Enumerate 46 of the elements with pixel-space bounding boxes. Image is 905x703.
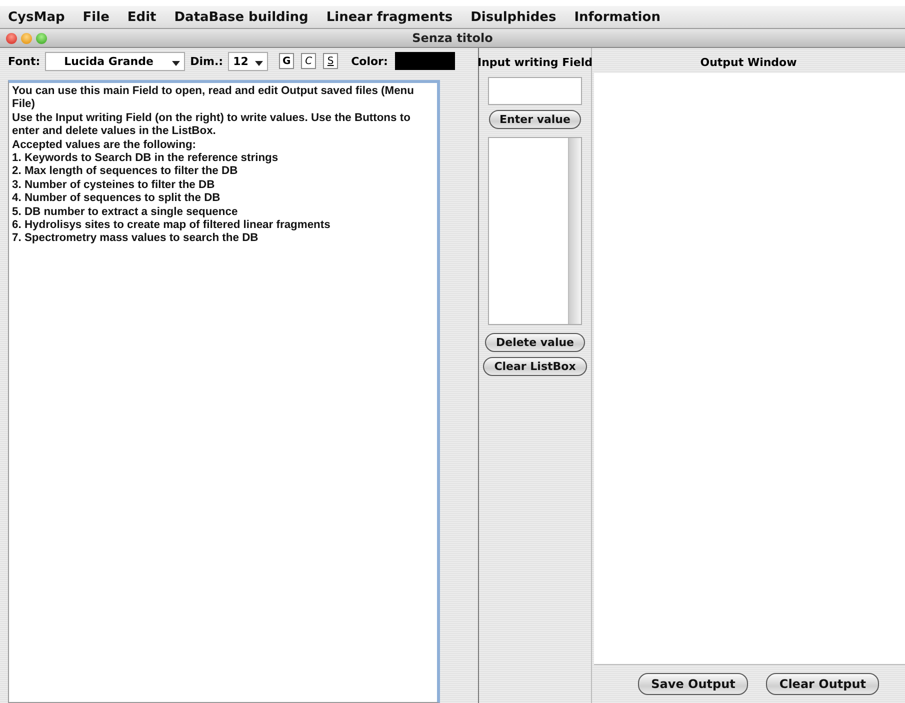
- scroll-bar[interactable]: [568, 138, 581, 324]
- output-area[interactable]: [594, 73, 905, 665]
- output-panel-title: Output Window: [700, 56, 797, 69]
- list-box[interactable]: [488, 137, 582, 325]
- text-line: 3. Number of cysteines to filter the DB: [12, 178, 216, 192]
- save-output-button[interactable]: Save Output: [638, 673, 748, 695]
- minimize-icon[interactable]: [21, 32, 32, 44]
- clear-output-button[interactable]: Clear Output: [766, 673, 879, 695]
- text-line: 2. Max length of sequences to filter the DB: [12, 165, 239, 179]
- menu-item[interactable]: Disulphides: [470, 10, 556, 24]
- app-menu[interactable]: CysMap: [8, 10, 65, 24]
- text-line: Accepted values are the following:: [12, 138, 198, 152]
- text-line: 1. Keywords to Search DB in the reference strings: [12, 152, 280, 166]
- text-line: Use the Input writing Field (on the right) to write values. Use the Buttons to: [12, 112, 412, 126]
- color-swatch[interactable]: [394, 52, 455, 70]
- zoom-icon[interactable]: [36, 32, 47, 44]
- menu-item[interactable]: Linear fragments: [326, 10, 453, 24]
- delete-value-button[interactable]: Delete value: [484, 333, 586, 352]
- text-line: enter and delete values in the ListBox.: [12, 125, 217, 139]
- menu-item[interactable]: Edit: [127, 10, 156, 24]
- menu-item[interactable]: DataBase building: [174, 10, 308, 24]
- close-icon[interactable]: [6, 32, 17, 44]
- text-line: File): [12, 98, 36, 112]
- color-label: Color:: [351, 54, 388, 68]
- enter-value-button[interactable]: Enter value: [488, 110, 582, 129]
- text-style-button[interactable]: C: [301, 53, 316, 69]
- caret-icon: [255, 60, 264, 66]
- text-line: 6. Hydrolisys sites to create map of filtered linear fragments: [12, 219, 332, 232]
- menu-item[interactable]: File: [82, 10, 110, 24]
- caret-icon: [172, 60, 180, 66]
- size-dropdown[interactable]: 12: [228, 52, 268, 70]
- text-style-button[interactable]: G: [279, 53, 294, 69]
- text-line: You can use this main Field to open, read and edit Output saved files (Menu: [12, 85, 415, 98]
- clear-listbox-button[interactable]: Clear ListBox: [483, 357, 587, 376]
- text-line: 4. Number of sequences to split the DB: [12, 192, 222, 206]
- text-line: 7. Spectrometry mass values to search the DB: [12, 232, 260, 246]
- input-panel-title: Input writing Field: [477, 56, 593, 69]
- text-line: 5. DB number to extract a single sequence: [12, 206, 239, 220]
- font-dropdown[interactable]: Lucida Grande: [45, 52, 186, 70]
- size-label: Dim.:: [190, 54, 224, 68]
- main-text-area[interactable]: [8, 80, 440, 703]
- window-title: Senza titolo: [412, 31, 493, 45]
- menu-item[interactable]: Information: [574, 10, 660, 24]
- font-label: Font:: [8, 54, 40, 68]
- input-field[interactable]: [488, 77, 582, 105]
- text-style-button[interactable]: S: [323, 53, 338, 69]
